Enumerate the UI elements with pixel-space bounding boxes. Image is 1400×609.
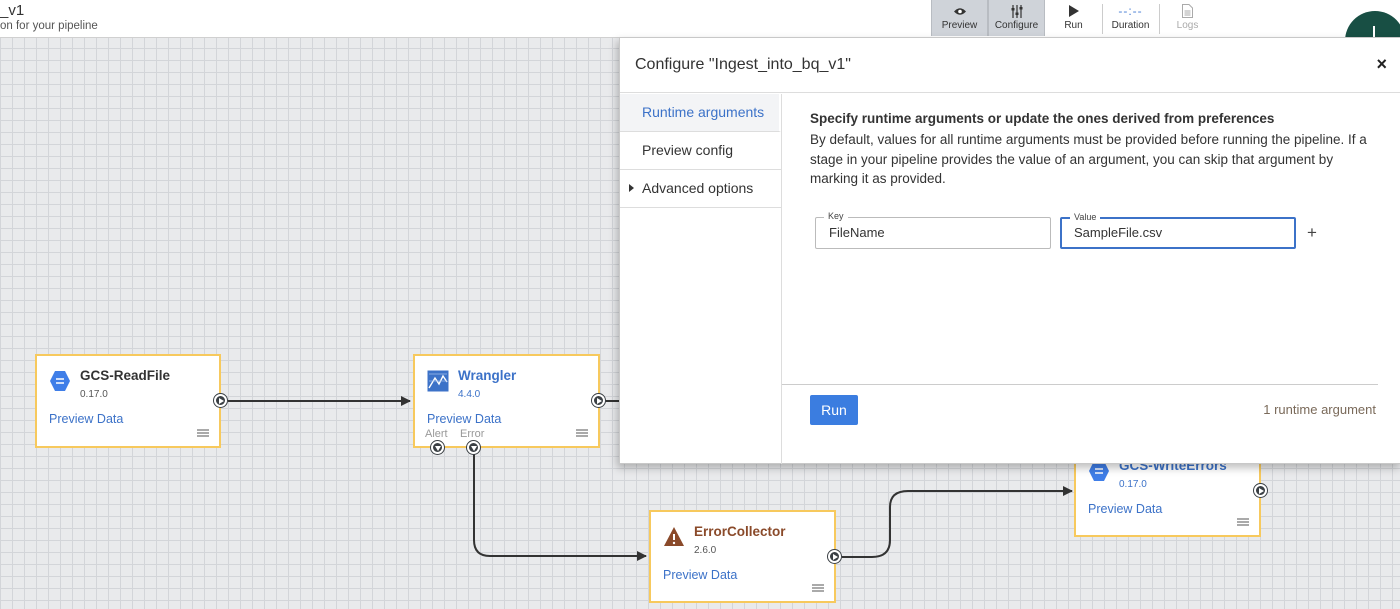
node-menu-icon[interactable] bbox=[576, 429, 588, 437]
key-label: Key bbox=[824, 210, 848, 222]
node-version: 4.4.0 bbox=[458, 389, 481, 400]
connection-errorcollector-writeerrors bbox=[842, 486, 1073, 558]
node-title: Wrangler bbox=[458, 368, 517, 383]
node-errorcollector[interactable]: ErrorCollector 2.6.0 Preview Data bbox=[649, 510, 836, 603]
output-port[interactable] bbox=[828, 550, 841, 563]
preview-data-link[interactable]: Preview Data bbox=[49, 412, 123, 426]
alert-port-label: Alert bbox=[425, 428, 448, 440]
node-version: 0.17.0 bbox=[80, 389, 108, 400]
value-label: Value bbox=[1070, 211, 1101, 223]
node-version: 2.6.0 bbox=[694, 545, 717, 556]
node-version: 0.17.0 bbox=[1119, 479, 1147, 490]
modal-title: Configure "Ingest_into_bq_v1" bbox=[635, 56, 851, 73]
value-value: SampleFile.csv bbox=[1074, 225, 1163, 240]
error-port-label: Error bbox=[460, 428, 485, 440]
alert-port[interactable] bbox=[431, 441, 444, 454]
node-menu-icon[interactable] bbox=[1237, 518, 1249, 526]
preview-data-link[interactable]: Preview Data bbox=[1088, 502, 1162, 516]
error-port[interactable] bbox=[467, 441, 480, 454]
connection-wrangler-errorcollector bbox=[473, 454, 647, 561]
configure-modal: Configure "Ingest_into_bq_v1" × Runtime … bbox=[619, 37, 1400, 464]
divider bbox=[782, 384, 1378, 385]
panel-heading: Specify runtime arguments or update the … bbox=[810, 111, 1275, 126]
tab-advanced-options-label: Advanced options bbox=[642, 180, 754, 196]
modal-header: Configure "Ingest_into_bq_v1" × bbox=[620, 38, 1400, 93]
output-port[interactable] bbox=[1254, 484, 1267, 497]
node-title: GCS-ReadFile bbox=[80, 368, 171, 383]
preview-data-link[interactable]: Preview Data bbox=[663, 568, 737, 582]
run-button[interactable]: Run bbox=[810, 395, 858, 425]
tab-runtime-arguments[interactable]: Runtime arguments bbox=[620, 94, 781, 132]
modal-sidebar: Runtime arguments Preview config Advance… bbox=[620, 94, 782, 464]
node-title: ErrorCollector bbox=[694, 524, 786, 539]
runtime-arguments-panel: Specify runtime arguments or update the … bbox=[782, 94, 1400, 464]
output-port[interactable] bbox=[592, 394, 605, 407]
tab-preview-config[interactable]: Preview config bbox=[620, 132, 781, 170]
key-value: FileName bbox=[829, 225, 885, 240]
panel-description: By default, values for all runtime argum… bbox=[810, 132, 1367, 186]
key-field[interactable]: Key FileName bbox=[815, 210, 1051, 249]
node-gcs-readfile[interactable]: GCS-ReadFile 0.17.0 Preview Data bbox=[35, 354, 221, 448]
wrangler-icon bbox=[427, 370, 449, 392]
runtime-argument-count: 1 runtime argument bbox=[1263, 402, 1376, 417]
output-port[interactable] bbox=[214, 394, 227, 407]
add-argument-icon[interactable]: + bbox=[1307, 223, 1317, 243]
node-menu-icon[interactable] bbox=[812, 584, 824, 592]
gcs-icon bbox=[49, 370, 71, 392]
value-field[interactable]: Value SampleFile.csv bbox=[1060, 211, 1296, 249]
close-icon[interactable]: × bbox=[1376, 54, 1387, 75]
caret-right-icon bbox=[629, 184, 634, 192]
tab-advanced-options[interactable]: Advanced options bbox=[620, 170, 781, 208]
warning-icon bbox=[663, 526, 685, 548]
node-menu-icon[interactable] bbox=[197, 429, 209, 437]
preview-data-link[interactable]: Preview Data bbox=[427, 412, 501, 426]
